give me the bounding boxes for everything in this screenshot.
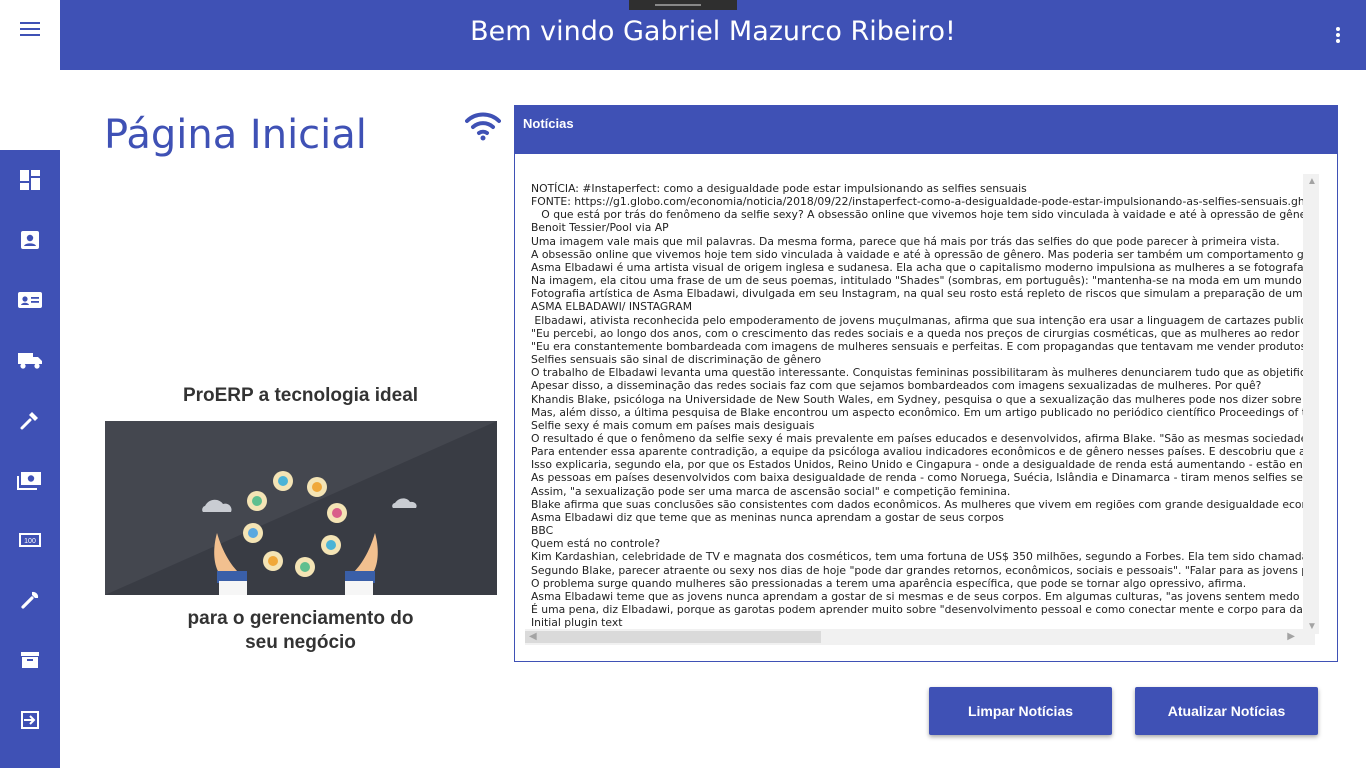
bill-icon: 100: [19, 533, 41, 547]
more-vert-icon: [1336, 27, 1340, 43]
news-line: O trabalho de Elbadawi levanta uma quest…: [531, 366, 1313, 380]
horizontal-scroll-thumb[interactable]: [525, 631, 821, 643]
news-line: ASMA ELBADAWI/ INSTAGRAM: [531, 300, 693, 314]
promo-illustration: [105, 421, 497, 595]
sidebar-item-clients[interactable]: [0, 270, 60, 330]
news-line: Para entender essa aparente contradição,…: [531, 445, 1313, 459]
logout-icon: [21, 711, 39, 729]
news-line: FONTE: https://g1.globo.com/economia/not…: [531, 195, 1313, 209]
news-line: Quem está no controle?: [531, 537, 661, 551]
news-line: Mas, além disso, a última pesquisa de Bl…: [531, 405, 1313, 419]
build-icon: [21, 591, 39, 609]
camera-notch: [629, 0, 737, 10]
archive-icon: [21, 652, 39, 668]
news-line: Selfies sensuais são sinal de discrimina…: [531, 353, 822, 367]
refresh-news-button[interactable]: Atualizar Notícias: [1135, 687, 1318, 735]
sidebar-item-payments[interactable]: 100: [0, 510, 60, 570]
news-line: Assim, "a sexualização pode ser uma marc…: [531, 484, 1011, 498]
news-textarea[interactable]: NOTÍCIA: #Instaperfect: como a desiguald…: [531, 182, 1313, 630]
news-line: Asma Elbadawi diz que teme que as menina…: [531, 510, 1004, 524]
sidebar-item-tools[interactable]: [0, 390, 60, 450]
promo-headline: ProERP a tecnologia ideal: [182, 385, 419, 406]
sidebar-item-delivery[interactable]: [0, 330, 60, 390]
news-line: Segundo Blake, parecer atraente ou sexy …: [531, 563, 1313, 577]
news-line: Na imagem, ela citou uma frase de um de …: [531, 274, 1313, 288]
news-line: É uma pena, diz Elbadawi, porque as garo…: [531, 603, 1313, 616]
dashboard-icon: [20, 170, 40, 190]
scroll-left-icon[interactable]: ◀: [529, 631, 537, 642]
wifi-icon: [465, 112, 501, 141]
wifi-status: [465, 110, 501, 142]
news-line: Kim Kardashian, celebridade de TV e magn…: [531, 550, 1313, 564]
welcome-title: Bem vindo Gabriel Mazurco Ribeiro!: [470, 16, 956, 47]
money-icon: [17, 472, 41, 490]
news-line: As pessoas em países desenvolvidos com b…: [531, 471, 1313, 485]
news-line: Isso explicaria, segundo ela, por que os…: [531, 458, 1313, 472]
sidebar: 100: [0, 150, 60, 768]
business-hands-illustration: [105, 421, 497, 595]
news-line: Benoit Tessier/Pool via AP: [531, 221, 669, 235]
news-line: "Eu percebi, ao longo dos anos, com o cr…: [531, 326, 1313, 340]
news-line: Selfie sexy é mais comum em países mais …: [531, 418, 815, 432]
scroll-right-icon[interactable]: ▶: [1287, 631, 1295, 642]
tools-icon: [20, 412, 38, 430]
sidebar-item-finance[interactable]: [0, 450, 60, 510]
news-line: Asma Elbadawi é uma artista visual de or…: [531, 260, 1313, 274]
menu-icon: [20, 22, 40, 36]
page-title: Página Inicial: [104, 112, 367, 158]
news-line: Initial plugin text: [531, 616, 623, 630]
news-line: O que está por trás do fenômeno da selfi…: [541, 208, 1313, 222]
clear-news-button[interactable]: Limpar Notícias: [929, 687, 1112, 735]
scroll-up-icon[interactable]: ▲: [1307, 176, 1317, 187]
contact-icon: [21, 231, 39, 249]
news-line: O resultado é que o fenômeno da selfie s…: [531, 431, 1313, 445]
news-line: Fotografia artística de Asma Elbadawi, d…: [531, 287, 1313, 301]
news-line: BBC: [531, 524, 554, 538]
news-line: Blake afirma que suas conclusões são con…: [531, 497, 1313, 511]
horizontal-scrollbar[interactable]: ◀ ▶: [525, 629, 1315, 645]
hamburger-menu-button[interactable]: [0, 0, 60, 60]
vertical-scrollbar[interactable]: ▲ ▼: [1303, 174, 1319, 634]
sidebar-item-services[interactable]: [0, 570, 60, 630]
news-line: Asma Elbadawi teme que as jovens nunca a…: [531, 589, 1313, 603]
news-line: Apesar disso, a disseminação das redes s…: [531, 379, 1262, 393]
news-header: Notícias: [515, 106, 1337, 154]
more-options-button[interactable]: [1330, 25, 1346, 45]
sidebar-item-contacts[interactable]: [0, 210, 60, 270]
top-app-bar: Bem vindo Gabriel Mazurco Ribeiro!: [60, 0, 1366, 70]
promo-subline-2: seu negócio: [245, 632, 356, 653]
news-line: O problema surge quando mulheres são pre…: [531, 576, 1247, 590]
news-panel: Notícias NOTÍCIA: #Instaperfect: como a …: [514, 105, 1338, 662]
truck-icon: [18, 353, 42, 369]
news-line: NOTÍCIA: #Instaperfect: como a desiguald…: [531, 182, 1027, 195]
news-line: "Eu era constantemente bombardeada com i…: [531, 339, 1313, 353]
promo-subline-1: para o gerenciamento do: [187, 608, 414, 629]
sidebar-item-logout[interactable]: [0, 690, 60, 750]
news-line: Uma imagem vale mais que mil palavras. D…: [531, 234, 1280, 248]
news-line: Khandis Blake, psicóloga na Universidade…: [531, 392, 1313, 406]
svg-text:100: 100: [24, 538, 36, 545]
sidebar-item-dashboard[interactable]: [0, 150, 60, 210]
sidebar-item-archive[interactable]: [0, 630, 60, 690]
news-line: Elbadawi, ativista reconhecida pelo empo…: [534, 313, 1313, 327]
id-card-icon: [18, 292, 42, 308]
news-line: A obsessão online que vivemos hoje tem s…: [531, 247, 1313, 261]
